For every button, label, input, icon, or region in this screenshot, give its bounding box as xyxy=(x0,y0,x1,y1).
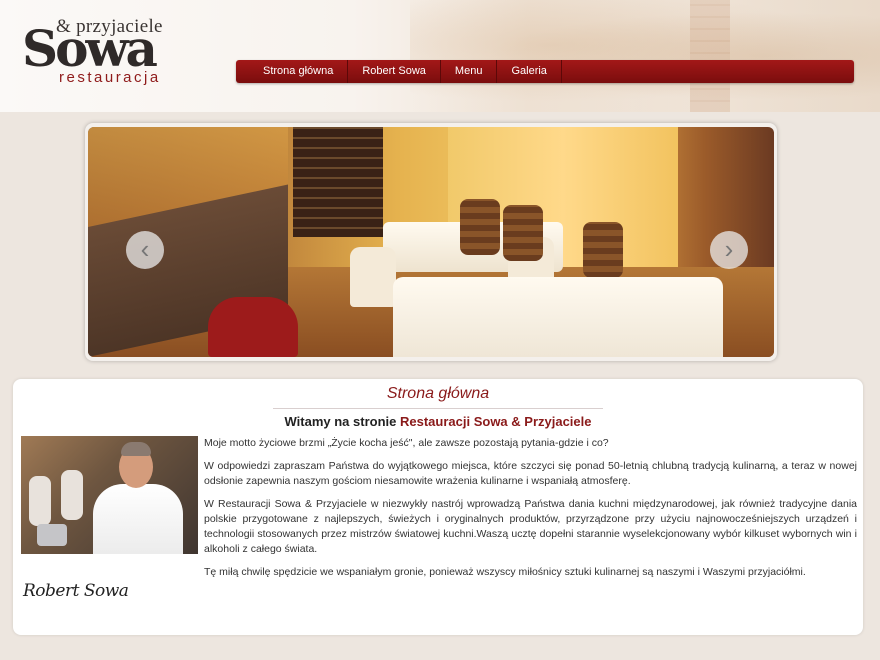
main-nav: Strona główna Robert Sowa Menu Galeria xyxy=(236,60,854,83)
logo-subtitle: restauracja xyxy=(59,69,161,86)
welcome-prefix: Witamy na stronie xyxy=(284,414,397,429)
nav-item-gallery[interactable]: Galeria xyxy=(497,60,562,83)
slider-image-restaurant-interior: ‹ › xyxy=(88,127,774,357)
paragraph: W odpowiedzi zapraszam Państwa do wyjątk… xyxy=(204,460,857,487)
paragraph: Moje motto życiowe brzmi „Życie kocha je… xyxy=(204,437,609,449)
meat-slicer xyxy=(208,297,298,357)
title-divider xyxy=(273,408,603,409)
content-panel: Strona główna Witamy na stronie Restaura… xyxy=(13,379,863,635)
paragraph: W Restauracji Sowa & Przyjaciele w niezw… xyxy=(204,498,857,555)
header: & przyjaciele Sowa restauracja Strona gł… xyxy=(0,0,880,112)
page-title: Strona główna xyxy=(386,385,490,402)
logo-name: Sowa xyxy=(22,19,158,78)
chef-photo xyxy=(21,436,198,554)
welcome-restaurant-name: Restauracji Sowa & Przyjaciele xyxy=(400,414,592,429)
logo[interactable]: & przyjaciele Sowa restauracja xyxy=(22,14,167,86)
intro-text: Moje motto życiowe brzmi „Życie kocha je… xyxy=(204,436,857,588)
wine-shelf xyxy=(293,127,383,237)
slider-prev-button[interactable]: ‹ xyxy=(126,231,164,269)
paragraph: Tę miłą chwilę spędzicie we wspaniałym g… xyxy=(204,566,806,578)
dining-table xyxy=(393,277,723,357)
header-background-photo xyxy=(410,0,880,112)
slider-next-button[interactable]: › xyxy=(710,231,748,269)
welcome-heading: Witamy na stronie Restauracji Sowa & Prz… xyxy=(13,414,863,429)
signature: Robert Sowa xyxy=(23,581,129,601)
nav-item-home[interactable]: Strona główna xyxy=(236,60,349,83)
nav-item-robert-sowa[interactable]: Robert Sowa xyxy=(348,60,441,83)
header-brick-wall xyxy=(690,0,730,112)
nav-item-menu[interactable]: Menu xyxy=(441,60,498,83)
